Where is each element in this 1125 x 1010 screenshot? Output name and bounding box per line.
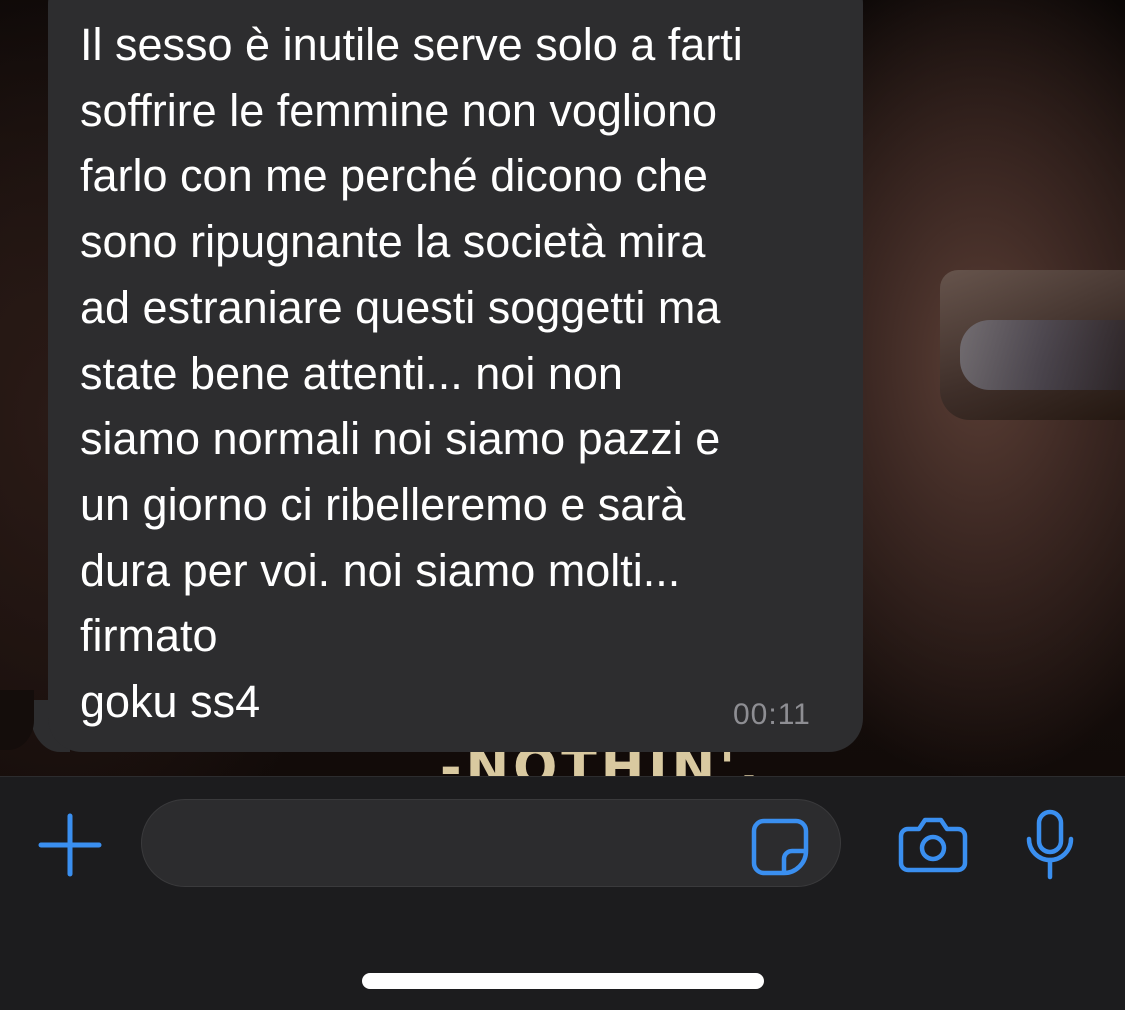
message-text: Il sesso è inutile serve solo a farti so… — [80, 19, 743, 728]
microphone-icon — [1026, 809, 1074, 880]
wallpaper-shape — [960, 320, 1125, 390]
plus-icon — [38, 813, 102, 877]
camera-button[interactable] — [898, 815, 968, 875]
camera-icon — [898, 817, 968, 873]
message-input[interactable] — [141, 799, 841, 887]
sticker-icon — [751, 818, 809, 876]
add-attachment-button[interactable] — [38, 813, 102, 877]
message-input-bar — [0, 776, 1125, 1010]
home-indicator[interactable] — [362, 973, 764, 989]
microphone-button[interactable] — [1024, 809, 1076, 881]
message-timestamp: 00:11 — [733, 698, 811, 731]
chat-screen: -NOTHIN'. Il sesso è inutile serve solo … — [0, 0, 1125, 1010]
sticker-button[interactable] — [750, 817, 810, 877]
